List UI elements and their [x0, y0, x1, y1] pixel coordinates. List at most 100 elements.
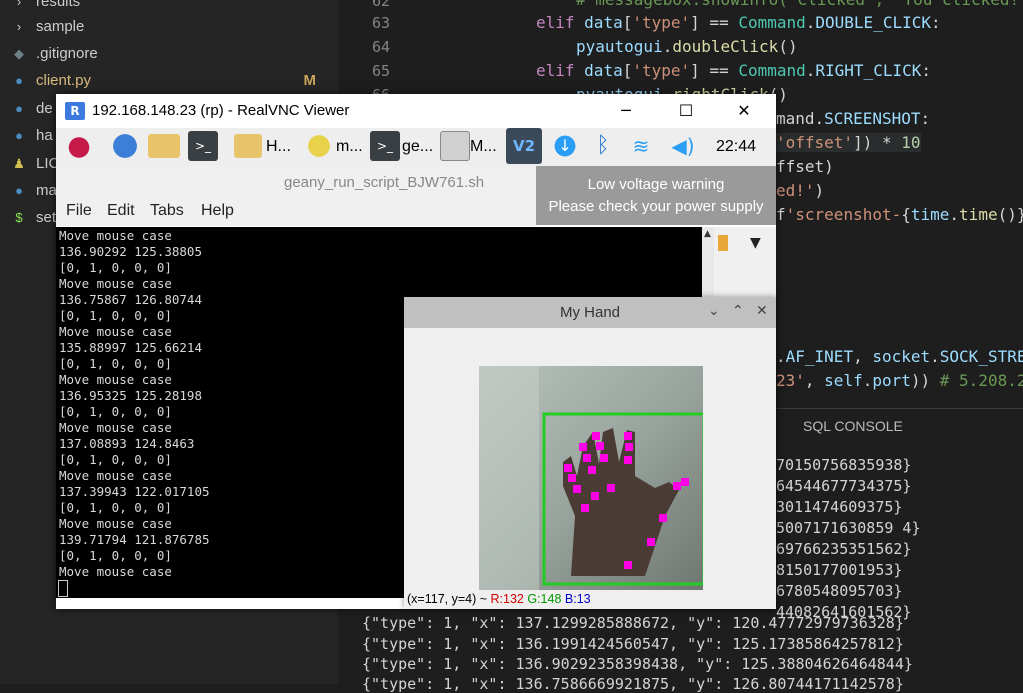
task-files[interactable]: H...: [266, 132, 291, 162]
wall-light: [479, 366, 539, 590]
tab-sql-console[interactable]: SQL CONSOLE: [803, 418, 903, 434]
warning-title: Low voltage warning: [587, 176, 725, 193]
terminal-line: 136.75867 126.80744: [59, 292, 202, 307]
my-hand-window: My Hand ⌄ ⌃ ✕ (x=117, y=4) ~ R:132 G:148…: [404, 297, 776, 609]
landmark: [607, 484, 615, 492]
vnc-tray-icon[interactable]: V2: [506, 128, 542, 164]
green-value: G:148: [527, 592, 562, 606]
realvnc-logo-icon: R: [65, 102, 85, 120]
code-line: pyautogui.doubleClick(): [576, 37, 798, 56]
geany-side-toolbar: ▼: [714, 227, 776, 297]
task-mu[interactable]: m...: [336, 132, 363, 162]
landmark: [592, 432, 600, 440]
browser-globe-icon[interactable]: [110, 131, 140, 161]
task-window-icon: [440, 131, 470, 161]
wifi-icon[interactable]: ≋: [626, 131, 656, 161]
terminal-line: [0, 1, 0, 0, 0]: [59, 404, 172, 419]
task-terminal-icon: >_: [370, 131, 400, 161]
panel-divider: [776, 408, 1023, 409]
terminal-line: Move mouse case: [59, 516, 172, 531]
code-line: # messagebox.showinfo("Clicked", "You cl…: [576, 0, 1023, 9]
task-my-hand[interactable]: M...: [470, 132, 497, 162]
output-line: 8150177001953}: [776, 561, 903, 579]
chevron-down-icon[interactable]: ⌄: [708, 303, 720, 319]
menu-file[interactable]: File: [66, 202, 92, 220]
line-number: 62: [371, 0, 390, 10]
window-title: 192.168.148.23 (rp) - RealVNC Viewer: [92, 102, 350, 119]
landmark: [624, 561, 632, 569]
clock[interactable]: 22:44: [716, 132, 756, 162]
code-line: 23', self.port)) # 5.208.2: [776, 371, 1023, 390]
terminal-line: [0, 1, 0, 0, 0]: [59, 356, 172, 371]
maximize-button[interactable]: ☐: [671, 98, 701, 124]
vnc-title-bar[interactable]: R 192.168.148.23 (rp) - RealVNC Viewer ─…: [56, 94, 776, 128]
terminal-icon[interactable]: >_: [188, 131, 218, 161]
menu-edit[interactable]: Edit: [107, 202, 135, 220]
landmark: [681, 478, 689, 486]
license-icon: ♟: [13, 156, 25, 171]
close-icon[interactable]: ✕: [756, 303, 768, 319]
terminal-line: 136.95325 125.28198: [59, 388, 202, 403]
pixel-status-bar: (x=117, y=4) ~ R:132 G:148 B:13: [407, 592, 591, 606]
output-line: 69766235351562}: [776, 540, 912, 558]
red-value: R:132: [490, 592, 524, 606]
terminal-line: 137.39943 122.017105: [59, 484, 210, 499]
camera-frame: [479, 366, 703, 590]
close-button[interactable]: ✕: [729, 98, 759, 124]
my-hand-title: My Hand: [559, 304, 621, 321]
folder-icon[interactable]: [148, 134, 180, 158]
terminal-line: Move mouse case: [59, 276, 172, 291]
code-line: mand.SCREENSHOT:: [776, 109, 931, 128]
bluetooth-icon[interactable]: ᛒ: [588, 131, 618, 161]
line-number: 65: [371, 62, 390, 80]
menu-help[interactable]: Help: [201, 202, 234, 220]
output-line: 3011474609375}: [776, 498, 903, 516]
landmark: [596, 442, 604, 450]
explorer-item-sample[interactable]: › sample: [0, 13, 338, 40]
code-line: .AF_INET, socket.SOCK_STRE: [776, 347, 1023, 366]
terminal-line: Move mouse case: [59, 228, 172, 243]
pi-taskbar: >_ H... m... >_ ge... M... V2 ↓ ᛒ ≋ ◀) 2…: [56, 128, 776, 166]
my-hand-title-bar[interactable]: My Hand ⌄ ⌃ ✕: [404, 297, 776, 328]
terminal-line: 136.90292 125.38805: [59, 244, 202, 259]
explorer-item-gitignore[interactable]: ◆ .gitignore: [0, 40, 338, 67]
output-line: 64544677734375}: [776, 477, 912, 495]
chevron-up-icon[interactable]: ⌃: [732, 303, 744, 319]
landmark: [647, 538, 655, 546]
landmark: [624, 432, 632, 440]
terminal-line: Move mouse case: [59, 564, 172, 579]
raspberry-menu-icon[interactable]: [64, 131, 94, 161]
python-file-icon: ●: [15, 101, 23, 116]
landmark: [588, 466, 596, 474]
my-hand-body: (x=117, y=4) ~ R:132 G:148 B:13: [404, 328, 776, 609]
blue-value: B:13: [564, 592, 591, 606]
geany-title: geany_run_script_BJW761.sh: [284, 174, 485, 191]
volume-icon[interactable]: ◀): [668, 131, 698, 161]
chevron-right-icon: ›: [16, 19, 22, 34]
download-icon[interactable]: ↓: [550, 131, 580, 161]
low-voltage-warning: Low voltage warning Please check your po…: [536, 166, 776, 225]
toolbar-icon[interactable]: [718, 235, 728, 251]
terminal-line: [0, 1, 0, 0, 0]: [59, 260, 172, 275]
scroll-up-icon[interactable]: ▲: [704, 229, 711, 239]
terminal-line: Move mouse case: [59, 468, 172, 483]
landmark: [573, 485, 581, 493]
line-number: 63: [371, 14, 390, 32]
gitignore-icon: ◆: [14, 46, 24, 61]
code-line: elif data['type'] == Command.RIGHT_CLICK…: [536, 61, 931, 80]
output-line: {"type": 1, "x": 136.1991424560547, "y":…: [362, 635, 904, 653]
minimize-button[interactable]: ─: [611, 98, 641, 124]
task-folder-icon: [234, 134, 262, 158]
geany-header: geany_run_script_BJW761.sh File Edit Tab…: [56, 166, 536, 226]
dropdown-arrow-icon[interactable]: ▼: [750, 235, 761, 251]
landmark: [659, 514, 667, 522]
code-line: ed!'): [776, 181, 825, 200]
task-thonny-icon: [304, 131, 334, 161]
python-file-icon: ●: [15, 73, 23, 88]
code-line: 'offset']) * 10: [776, 133, 921, 152]
menu-tabs[interactable]: Tabs: [150, 202, 184, 220]
explorer-item-client-py[interactable]: ● client.py M: [0, 67, 338, 94]
task-geany[interactable]: ge...: [402, 132, 433, 162]
landmark: [579, 443, 587, 451]
landmark: [624, 456, 632, 464]
